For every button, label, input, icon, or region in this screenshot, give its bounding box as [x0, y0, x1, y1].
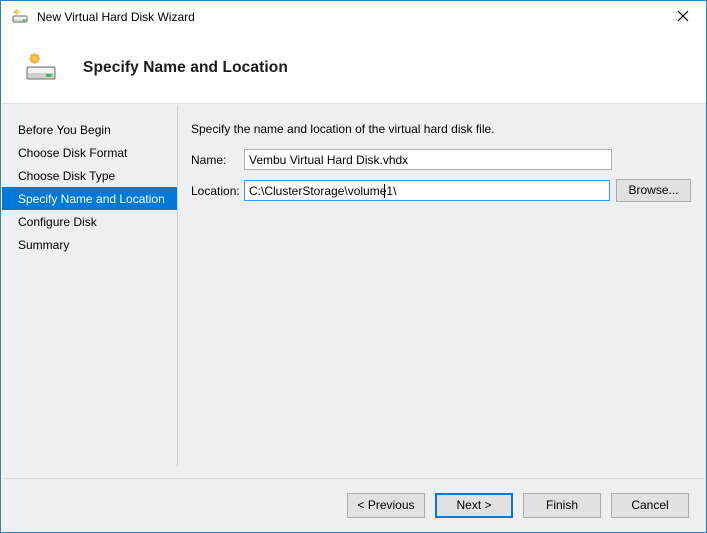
sidebar-item-before-you-begin[interactable]: Before You Begin [2, 118, 177, 141]
sidebar-item-choose-disk-format[interactable]: Choose Disk Format [2, 141, 177, 164]
sidebar-item-choose-disk-type[interactable]: Choose Disk Type [2, 164, 177, 187]
instruction-text: Specify the name and location of the vir… [191, 122, 495, 136]
name-input[interactable] [244, 149, 612, 170]
wizard-content: Specify the name and location of the vir… [178, 104, 706, 478]
wizard-header: Specify Name and Location [2, 32, 706, 103]
finish-button[interactable]: Finish [523, 493, 601, 518]
location-input[interactable] [245, 181, 609, 200]
title-bar: New Virtual Hard Disk Wizard [1, 1, 706, 32]
new-virtual-hard-disk-icon [25, 52, 57, 84]
previous-button[interactable]: < Previous [347, 493, 425, 518]
new-virtual-hard-disk-icon [12, 9, 28, 25]
text-caret [384, 184, 385, 198]
next-button[interactable]: Next > [435, 493, 513, 518]
wizard-steps-sidebar: Before You Begin Choose Disk Format Choo… [2, 104, 177, 478]
name-label: Name: [191, 152, 227, 167]
page-title: Specify Name and Location [83, 58, 288, 76]
browse-button[interactable]: Browse... [616, 179, 691, 202]
location-input-wrapper[interactable] [244, 180, 610, 201]
sidebar-item-label: Before You Begin [18, 122, 111, 137]
sidebar-item-label: Choose Disk Type [18, 168, 116, 183]
sidebar-item-label: Specify Name and Location [18, 191, 165, 206]
sidebar-item-label: Summary [18, 237, 70, 252]
sidebar-item-label: Configure Disk [18, 214, 97, 229]
close-icon[interactable] [660, 1, 706, 31]
location-label: Location: [191, 183, 240, 198]
sidebar-item-label: Choose Disk Format [18, 145, 128, 160]
name-field-row: Name: [191, 149, 612, 170]
sidebar-item-summary[interactable]: Summary [2, 233, 177, 256]
new-virtual-hard-disk-wizard-window: New Virtual Hard Disk Wizard Specify Nam… [0, 0, 707, 533]
location-field-row: Location: Browse... [191, 179, 691, 202]
sidebar-item-configure-disk[interactable]: Configure Disk [2, 210, 177, 233]
window-title: New Virtual Hard Disk Wizard [37, 9, 195, 24]
sidebar-item-specify-name-and-location[interactable]: Specify Name and Location [2, 187, 177, 210]
wizard-footer: < Previous Next > Finish Cancel [2, 479, 706, 532]
footer-button-group: < Previous Next > Finish Cancel [347, 493, 689, 518]
cancel-button[interactable]: Cancel [611, 493, 689, 518]
wizard-body: Before You Begin Choose Disk Format Choo… [2, 104, 706, 478]
